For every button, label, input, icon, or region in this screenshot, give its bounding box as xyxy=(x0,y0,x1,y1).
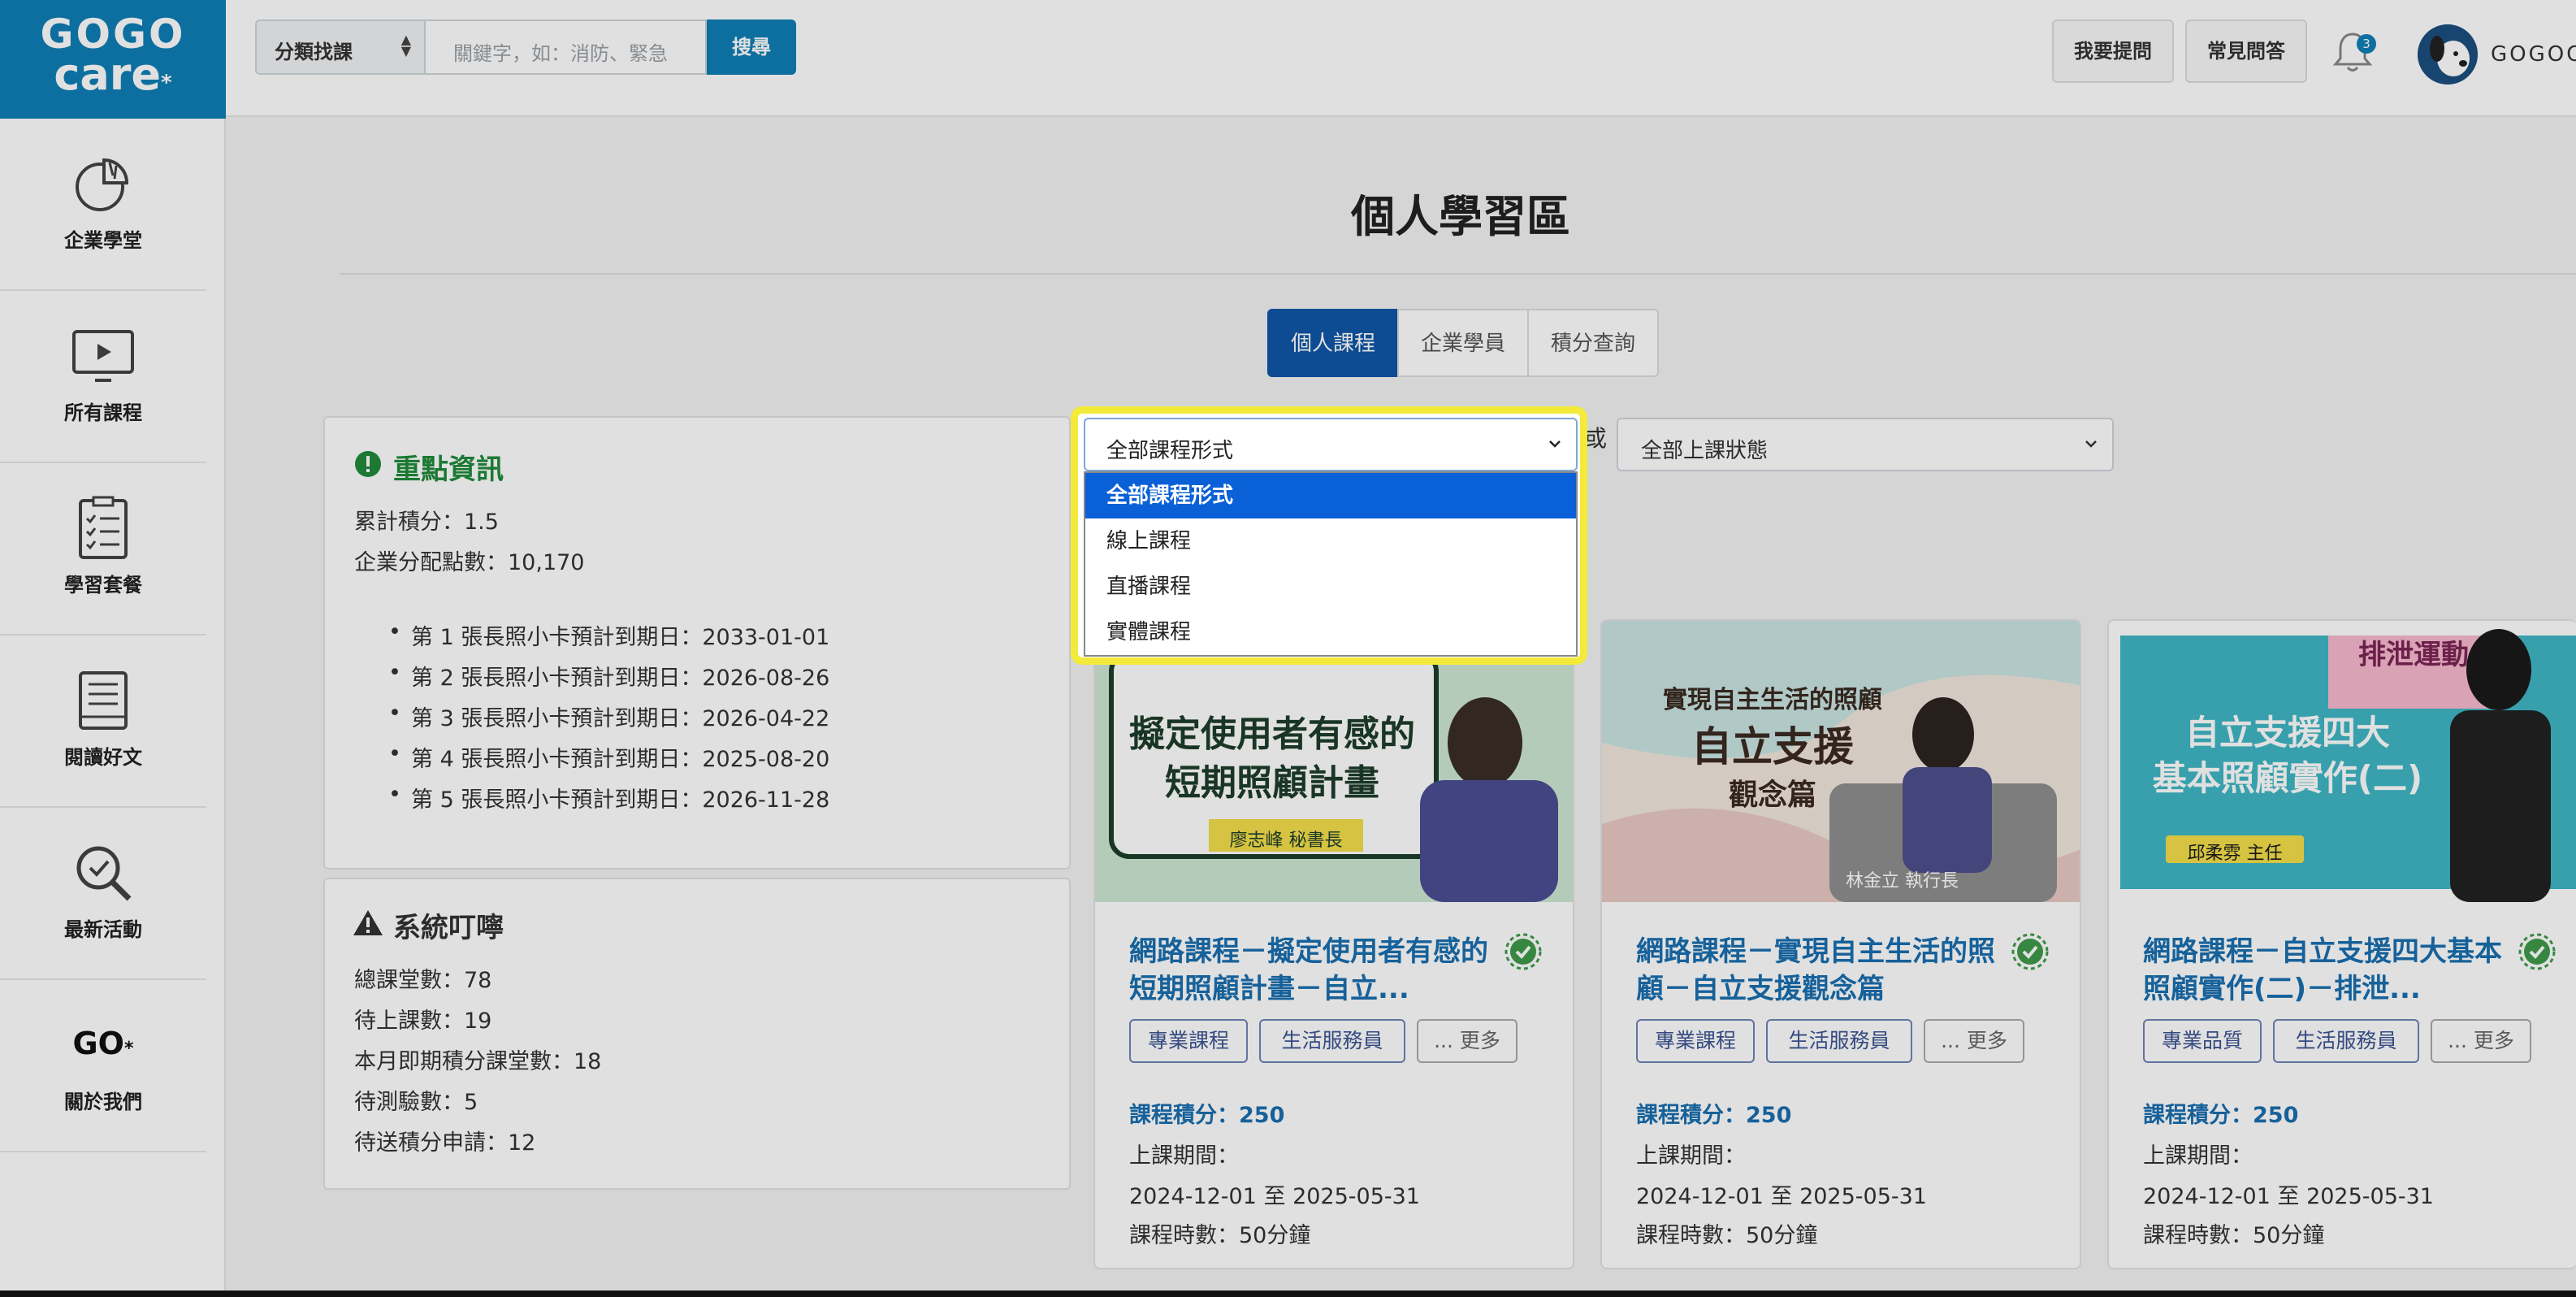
option-all-formats[interactable]: 全部課程形式 xyxy=(1085,473,1576,518)
taskbar-edge xyxy=(0,1290,2576,1297)
course-format-options: 全部課程形式 線上課程 直播課程 實體課程 xyxy=(1084,471,1578,657)
course-format-select[interactable]: 全部課程形式 xyxy=(1084,418,1578,471)
option-live[interactable]: 直播課程 xyxy=(1085,564,1576,609)
chevron-down-icon xyxy=(1549,440,1561,448)
course-format-select-value: 全部課程形式 xyxy=(1106,439,1234,463)
option-in-person[interactable]: 實體課程 xyxy=(1085,609,1576,655)
option-online[interactable]: 線上課程 xyxy=(1085,518,1576,564)
